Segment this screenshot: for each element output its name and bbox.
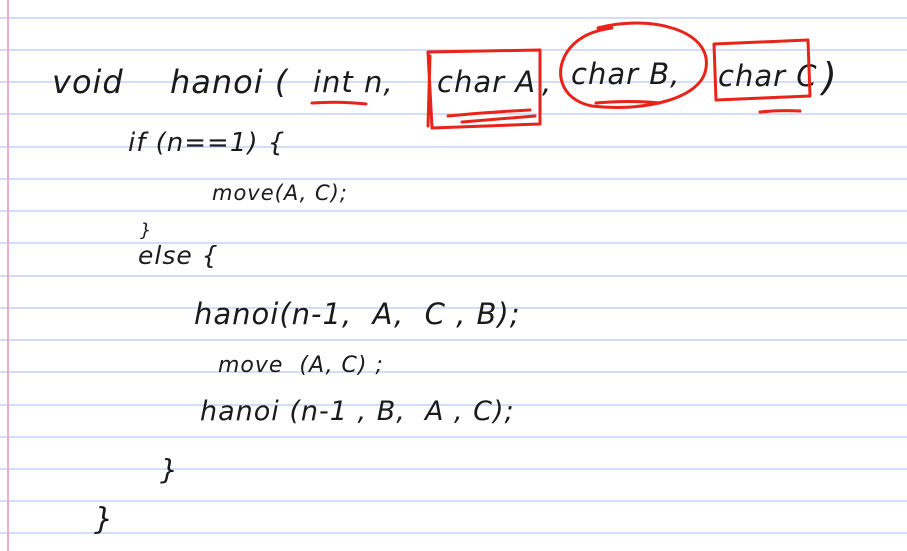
code-hanoi-call: hanoi(n-1, A, C , B);	[194, 297, 521, 331]
code-close-brace: }	[94, 502, 115, 537]
code-comma: ,	[542, 65, 553, 99]
code-move-call: move (A, C) ;	[218, 353, 384, 378]
code-else-statement: else {	[138, 241, 219, 270]
code-close-brace: }	[160, 453, 179, 486]
code-param-char-b: char B,	[571, 57, 681, 91]
code-if-statement: if (n==1) {	[128, 128, 286, 158]
code-function-name: hanoi (	[170, 63, 289, 101]
code-keyword-void: void	[52, 63, 124, 101]
code-close-brace: }	[140, 220, 153, 241]
code-hanoi-call: hanoi (n-1 , B, A , C);	[200, 396, 515, 427]
code-close-paren: )	[822, 55, 838, 99]
code-param-int-n: int n,	[313, 65, 394, 99]
code-param-char-c: char C	[718, 59, 818, 93]
code-param-char-a: char A	[437, 65, 537, 99]
code-move-call: move(A, C);	[212, 181, 348, 205]
